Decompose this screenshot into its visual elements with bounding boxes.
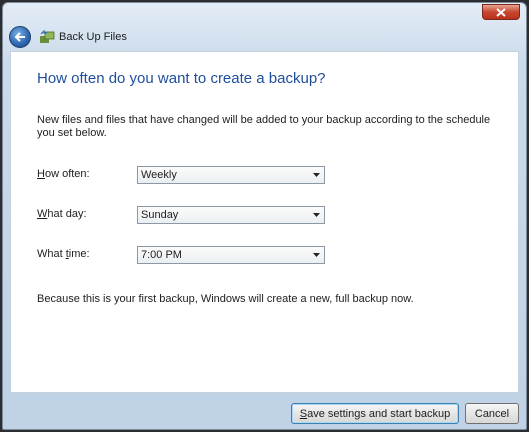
page-heading: How often do you want to create a backup… bbox=[37, 70, 326, 87]
close-button[interactable] bbox=[482, 4, 520, 20]
navigation-row: Back Up Files bbox=[3, 23, 526, 51]
what-time-value: 7:00 PM bbox=[141, 249, 182, 261]
save-and-start-backup-button[interactable]: Save settings and start backup bbox=[291, 403, 459, 424]
how-often-value: Weekly bbox=[141, 169, 177, 181]
close-icon bbox=[496, 7, 506, 17]
what-day-select[interactable]: Sunday bbox=[137, 206, 325, 224]
cancel-button[interactable]: Cancel bbox=[465, 403, 519, 424]
chevron-down-icon bbox=[313, 173, 320, 177]
button-bar: Save settings and start backup Cancel bbox=[3, 393, 526, 429]
wizard-title: Back Up Files bbox=[59, 31, 127, 43]
how-often-select[interactable]: Weekly bbox=[137, 166, 325, 184]
what-day-value: Sunday bbox=[141, 209, 179, 221]
what-day-label: What day: bbox=[37, 208, 87, 220]
intro-text: New files and files that have changed wi… bbox=[37, 114, 491, 139]
backup-icon bbox=[40, 30, 55, 43]
how-often-label: How often: bbox=[37, 168, 90, 180]
what-time-select[interactable]: 7:00 PM bbox=[137, 246, 325, 264]
chevron-down-icon bbox=[313, 253, 320, 257]
title-bar bbox=[3, 3, 526, 23]
what-time-label: What time: bbox=[37, 248, 90, 260]
first-backup-note: Because this is your first backup, Windo… bbox=[37, 293, 414, 305]
save-button-label: Save settings and start backup bbox=[299, 407, 451, 420]
chevron-down-icon bbox=[313, 213, 320, 217]
content-panel: How often do you want to create a backup… bbox=[10, 51, 519, 393]
back-arrow-icon bbox=[14, 32, 25, 42]
wizard-window: Back Up Files How often do you want to c… bbox=[2, 2, 527, 430]
back-button[interactable] bbox=[9, 26, 31, 48]
